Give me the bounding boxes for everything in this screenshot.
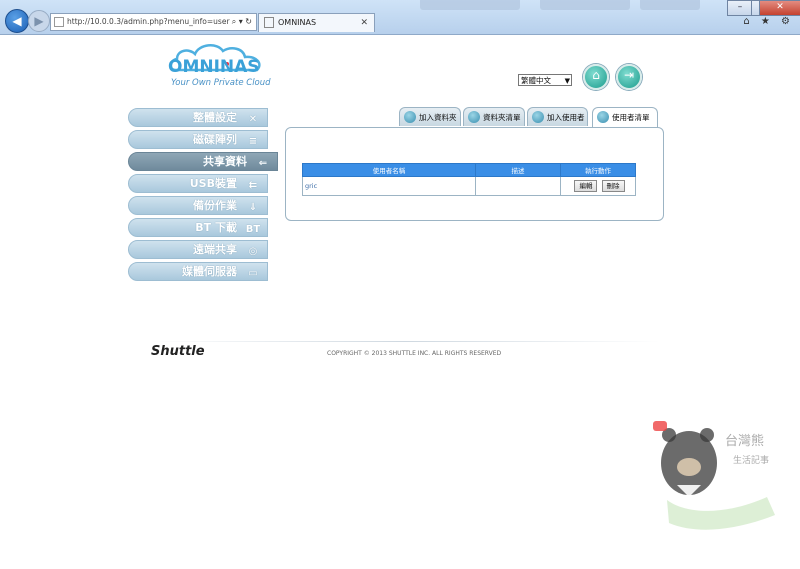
- omninas-logo: OMNINAS Your Own Private Cloud: [165, 40, 271, 95]
- sidebar-item-shared-data[interactable]: 共享資料 ⇐: [128, 152, 278, 171]
- sidebar-item-bt-download[interactable]: BT 下載 BT: [128, 218, 268, 237]
- arrow-left-icon: ◀: [12, 14, 22, 28]
- column-header-description: 描述: [475, 163, 561, 177]
- disk-icon: ≡: [248, 136, 258, 147]
- sidebar-item-backup[interactable]: 備份作業 ⇓: [128, 196, 268, 215]
- sidebar-item-label: 磁碟陣列: [193, 133, 237, 146]
- back-button[interactable]: ◀: [5, 9, 29, 33]
- media-server-icon: ▭: [248, 268, 258, 279]
- column-header-username: 使用者名稱: [302, 163, 476, 177]
- background-tab[interactable]: [540, 0, 630, 10]
- page-icon: [54, 17, 64, 27]
- edit-button[interactable]: 編輯: [574, 180, 598, 192]
- language-value: 繁體中文: [521, 76, 551, 85]
- browser-tools-icons[interactable]: ⌂ ★ ⚙: [743, 16, 794, 27]
- home-icon: ⌂: [592, 68, 600, 82]
- tab-user-list[interactable]: 使用者清單: [592, 107, 658, 128]
- shuttle-logo: Shuttle: [151, 344, 205, 359]
- forward-button[interactable]: ▶: [28, 10, 50, 32]
- add-user-icon: [532, 111, 544, 123]
- home-button[interactable]: ⌂: [583, 64, 609, 90]
- user-list-icon: [597, 111, 609, 123]
- address-text: http://10.0.0.3/admin.php?menu_info=user: [67, 17, 230, 26]
- column-header-actions: 執行動作: [560, 163, 636, 177]
- sidebar-item-label: 共享資料: [203, 155, 247, 168]
- minimize-button[interactable]: –: [727, 0, 753, 16]
- address-bar[interactable]: http://10.0.0.3/admin.php?menu_info=user…: [50, 13, 257, 31]
- tab-add-folder[interactable]: 加入資料夾: [399, 107, 461, 126]
- tab-label: 資料夾清單: [483, 113, 521, 122]
- cell-description: [475, 176, 561, 196]
- backup-icon: ⇓: [248, 202, 258, 213]
- close-window-button[interactable]: ✕: [759, 0, 800, 16]
- logout-icon: ⇥: [623, 68, 635, 82]
- svg-text:台灣熊: 台灣熊: [725, 433, 764, 449]
- tab-add-user[interactable]: 加入使用者: [527, 107, 588, 126]
- background-tab[interactable]: [420, 0, 520, 10]
- share-arrow-icon: ⇐: [258, 158, 268, 169]
- svg-text:生活記事: 生活記事: [733, 454, 769, 466]
- tools-icon: ✕: [248, 114, 258, 125]
- user-list-panel: 使用者名稱 描述 執行動作 gric 編輯 刪除: [285, 127, 664, 221]
- tab-label: 加入使用者: [547, 113, 585, 122]
- logo-text: OMNINAS: [168, 57, 260, 77]
- cell-actions: 編輯 刪除: [560, 176, 636, 196]
- sidebar-menu: 整體設定 ✕ 磁碟陣列 ≡ 共享資料 ⇐ USB裝置 ⇇ 備份作業 ⇓ BT 下…: [128, 108, 278, 284]
- tab-label: 加入資料夾: [419, 113, 457, 122]
- cell-username: gric: [302, 176, 476, 196]
- bear-watermark-image: 台灣熊 生活記事: [653, 421, 775, 530]
- sidebar-item-media-server[interactable]: 媒體伺服器 ▭: [128, 262, 268, 281]
- browser-tab-active[interactable]: OMNINAS ✕: [258, 13, 375, 32]
- sidebar-item-label: 備份作業: [193, 199, 237, 212]
- chevron-down-icon: ▼: [564, 77, 570, 85]
- remote-share-icon: ◎: [248, 246, 258, 257]
- sidebar-item-label: BT 下載: [195, 221, 237, 234]
- close-tab-icon[interactable]: ✕: [360, 14, 368, 32]
- folder-icon: [404, 111, 416, 123]
- tab-folder-list[interactable]: 資料夾清單: [463, 107, 525, 126]
- delete-button[interactable]: 刪除: [601, 180, 625, 192]
- folder-list-icon: [468, 111, 480, 123]
- footer-divider: [150, 341, 660, 342]
- browser-toolbar: ◀ ▶ http://10.0.0.3/admin.php?menu_info=…: [0, 0, 800, 35]
- copyright-text: COPYRIGHT © 2013 SHUTTLE INC. ALL RIGHTS…: [327, 350, 502, 357]
- sidebar-item-disk-array[interactable]: 磁碟陣列 ≡: [128, 130, 268, 149]
- sidebar-item-usb-device[interactable]: USB裝置 ⇇: [128, 174, 268, 193]
- sidebar-item-label: 遠端共享: [193, 243, 237, 256]
- page-icon: [264, 17, 274, 28]
- sidebar-item-label: 媒體伺服器: [182, 265, 237, 278]
- background-tab[interactable]: [640, 0, 700, 10]
- sidebar-item-label: 整體設定: [193, 111, 237, 124]
- sidebar-item-general-settings[interactable]: 整體設定 ✕: [128, 108, 268, 127]
- table-row: gric 編輯 刪除: [302, 176, 636, 196]
- logo-tagline: Your Own Private Cloud: [171, 78, 271, 88]
- table-header-row: 使用者名稱 描述 執行動作: [302, 163, 636, 177]
- tab-title: OMNINAS: [278, 18, 317, 27]
- sidebar-item-label: USB裝置: [189, 177, 237, 190]
- arrow-right-icon: ▶: [34, 14, 44, 28]
- usb-icon: ⇇: [248, 180, 258, 191]
- address-tools[interactable]: ⌕ ▾ ↻: [232, 14, 252, 30]
- bt-icon: BT: [245, 224, 261, 235]
- sidebar-item-remote-share[interactable]: 遠端共享 ◎: [128, 240, 268, 259]
- logout-button[interactable]: ⇥: [616, 64, 642, 90]
- user-table: 使用者名稱 描述 執行動作 gric 編輯 刪除: [302, 163, 636, 196]
- tab-label: 使用者清單: [612, 113, 650, 122]
- language-select[interactable]: 繁體中文 ▼: [518, 74, 572, 86]
